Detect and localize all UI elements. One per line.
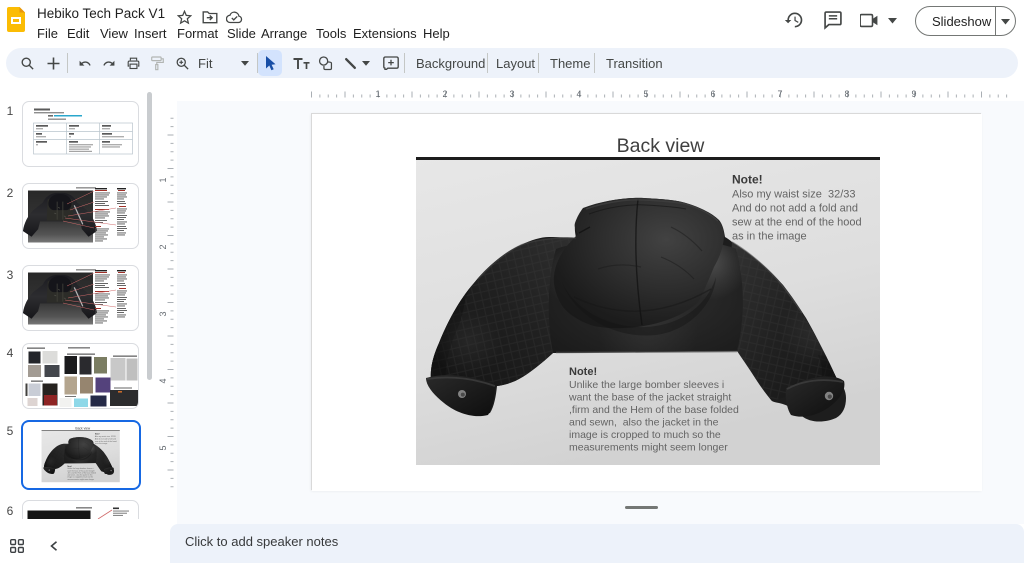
- svg-text:3: 3: [158, 311, 168, 316]
- svg-text:1: 1: [158, 177, 168, 182]
- svg-text:4: 4: [158, 378, 168, 383]
- svg-text:7: 7: [777, 89, 782, 99]
- svg-text:4: 4: [576, 89, 581, 99]
- svg-text:5: 5: [158, 445, 168, 450]
- svg-text:8: 8: [844, 89, 849, 99]
- svg-text:2: 2: [158, 244, 168, 249]
- svg-text:6: 6: [710, 89, 715, 99]
- svg-text:5: 5: [643, 89, 648, 99]
- svg-text:3: 3: [509, 89, 514, 99]
- svg-text:1: 1: [375, 89, 380, 99]
- svg-text:9: 9: [911, 89, 916, 99]
- svg-text:2: 2: [442, 89, 447, 99]
